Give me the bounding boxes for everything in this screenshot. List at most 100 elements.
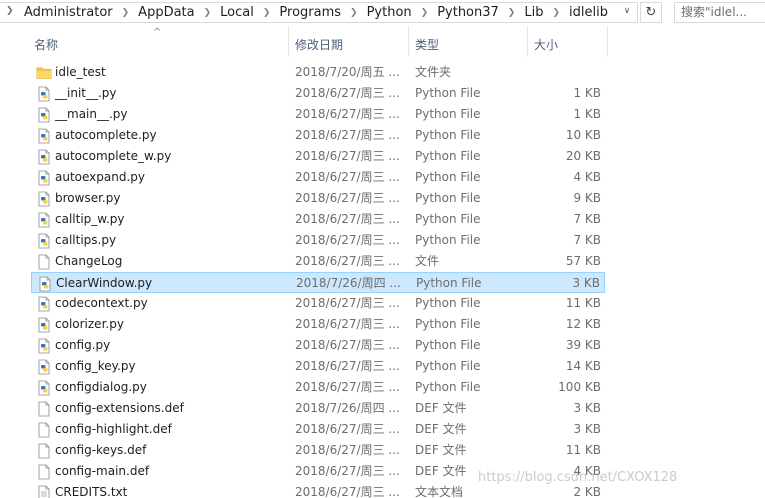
file-row[interactable]: calltip_w.py 2018/6/27/周三 ... Python File 7… xyxy=(31,209,605,230)
file-row[interactable]: colorizer.py 2018/6/27/周三 ... Python File 1… xyxy=(31,314,605,335)
file-row[interactable]: calltips.py 2018/6/27/周三 ... Python File 7 … xyxy=(31,230,605,251)
chevron-right-icon[interactable]: ❯ xyxy=(256,8,278,18)
file-row[interactable]: ChangeLog 2018/6/27/周三 ... 文件 57 KB xyxy=(31,251,605,272)
column-header-size[interactable]: 大小 xyxy=(527,35,607,62)
file-name: idle_test xyxy=(55,65,106,79)
search-input[interactable]: 搜索"idlel... xyxy=(674,2,765,23)
file-modified-date: 2018/6/27/周三 ... xyxy=(295,212,400,226)
file-modified-date: 2018/6/27/周三 ... xyxy=(295,317,400,331)
python-file-icon xyxy=(36,107,52,123)
chevron-right-icon[interactable]: ❯ xyxy=(501,8,523,18)
file-row[interactable]: autocomplete_w.py 2018/6/27/周三 ... Python … xyxy=(31,146,605,167)
file-row[interactable]: autoexpand.py 2018/6/27/周三 ... Python File… xyxy=(31,167,605,188)
file-modified-date: 2018/6/27/周三 ... xyxy=(295,254,400,268)
chevron-right-icon[interactable]: ❯ xyxy=(197,8,219,18)
file-modified-date: 2018/6/27/周三 ... xyxy=(295,107,400,121)
file-modified-date: 2018/6/27/周三 ... xyxy=(295,233,400,247)
breadcrumb-item-appdata[interactable]: AppData xyxy=(136,5,196,20)
breadcrumb-item-idlelib[interactable]: idlelib xyxy=(567,5,610,20)
file-row[interactable]: autocomplete.py 2018/6/27/周三 ... Python Fi… xyxy=(31,125,605,146)
blank-file-icon xyxy=(36,464,52,480)
file-modified-date: 2018/6/27/周三 ... xyxy=(295,170,400,184)
address-bar[interactable]: ❯ Administrator ❯ AppData ❯ Local ❯ Programs ❯ P… xyxy=(0,2,638,23)
file-name: __init__.py xyxy=(55,86,117,100)
file-size: 3 KB xyxy=(572,276,600,290)
python-file-icon xyxy=(37,276,53,292)
python-file-icon xyxy=(36,296,52,312)
file-modified-date: 2018/6/27/周三 ... xyxy=(295,149,400,163)
breadcrumb-item-local[interactable]: Local xyxy=(218,5,256,20)
column-divider[interactable] xyxy=(607,26,608,57)
file-name: CREDITS.txt xyxy=(55,485,128,498)
file-row[interactable]: config-highlight.def 2018/6/27/周三 ... DEF … xyxy=(31,419,605,440)
file-type: Python File xyxy=(415,149,481,163)
file-modified-date: 2018/6/27/周三 ... xyxy=(295,380,400,394)
file-size: 1 KB xyxy=(573,107,601,121)
file-size: 12 KB xyxy=(565,317,601,331)
file-row[interactable]: idle_test 2018/7/20/周五 ... 文件夹 xyxy=(31,62,605,83)
file-type: Python File xyxy=(415,359,481,373)
column-header-row: ^ 名称 修改日期 类型 大小 xyxy=(0,26,765,62)
python-file-icon xyxy=(36,149,52,165)
file-size: 39 KB xyxy=(565,338,601,352)
file-type: DEF 文件 xyxy=(415,422,467,436)
file-type: Python File xyxy=(415,191,481,205)
file-name: codecontext.py xyxy=(55,296,148,310)
file-row[interactable]: browser.py 2018/6/27/周三 ... Python File 9 K… xyxy=(31,188,605,209)
chevron-right-icon[interactable]: ❯ xyxy=(414,8,436,18)
breadcrumb-item-python37[interactable]: Python37 xyxy=(435,5,501,20)
file-name: ChangeLog xyxy=(55,254,123,268)
file-row[interactable]: ClearWindow.py 2018/7/26/周四 ... Python Fil… xyxy=(31,272,605,293)
blank-file-icon xyxy=(36,254,52,270)
file-list: idle_test 2018/7/20/周五 ... 文件夹 __init__.py 2… xyxy=(0,62,765,498)
file-row[interactable]: config-keys.def 2018/6/27/周三 ... DEF 文件 11 … xyxy=(31,440,605,461)
chevron-right-icon[interactable]: ❯ xyxy=(115,8,137,18)
breadcrumb-item-administrator[interactable]: Administrator xyxy=(22,5,115,20)
python-file-icon xyxy=(36,191,52,207)
file-type: 文件 xyxy=(415,254,440,268)
python-file-icon xyxy=(36,317,52,333)
file-modified-date: 2018/6/27/周三 ... xyxy=(295,443,400,457)
column-header-date[interactable]: 修改日期 xyxy=(288,35,408,62)
file-size: 9 KB xyxy=(573,191,601,205)
file-modified-date: 2018/6/27/周三 ... xyxy=(295,422,400,436)
file-type: Python File xyxy=(415,380,481,394)
file-name: autoexpand.py xyxy=(55,170,146,184)
breadcrumb-item-lib[interactable]: Lib xyxy=(522,5,545,20)
file-name: configdialog.py xyxy=(55,380,147,394)
file-name: config-highlight.def xyxy=(55,422,172,436)
file-name: config-extensions.def xyxy=(55,401,184,415)
watermark: https://blog.csdn.net/CXOX128 xyxy=(478,470,678,485)
folder-icon xyxy=(36,65,52,81)
file-row[interactable]: config.py 2018/6/27/周三 ... Python File 39 K… xyxy=(31,335,605,356)
refresh-icon[interactable]: ↻ xyxy=(640,2,662,23)
chevron-down-icon[interactable]: ∨ xyxy=(621,6,633,18)
file-size: 4 KB xyxy=(573,170,601,184)
file-name: calltip_w.py xyxy=(55,212,125,226)
file-type: Python File xyxy=(415,212,481,226)
chevron-right-icon[interactable]: ❯ xyxy=(545,8,567,18)
column-header-type[interactable]: 类型 xyxy=(408,35,528,62)
file-row[interactable]: codecontext.py 2018/6/27/周三 ... Python Fil… xyxy=(31,293,605,314)
python-file-icon xyxy=(36,233,52,249)
file-row[interactable]: configdialog.py 2018/6/27/周三 ... Python Fi… xyxy=(31,377,605,398)
file-type: Python File xyxy=(415,170,481,184)
file-type: 文件夹 xyxy=(415,65,452,79)
file-type: Python File xyxy=(415,317,481,331)
file-name: config.py xyxy=(55,338,111,352)
file-modified-date: 2018/6/27/周三 ... xyxy=(295,191,400,205)
blank-file-icon xyxy=(36,443,52,459)
python-file-icon xyxy=(36,128,52,144)
chevron-right-icon[interactable]: ❯ xyxy=(343,8,365,18)
file-row[interactable]: config_key.py 2018/6/27/周三 ... Python File… xyxy=(31,356,605,377)
python-file-icon xyxy=(36,359,52,375)
file-row[interactable]: __init__.py 2018/6/27/周三 ... Python File 1 … xyxy=(31,83,605,104)
chevron-right-icon[interactable]: ❯ xyxy=(6,6,14,16)
column-header-name[interactable]: 名称 xyxy=(27,35,289,62)
file-row[interactable]: config-extensions.def 2018/7/26/周四 ... DEF… xyxy=(31,398,605,419)
file-type: Python File xyxy=(415,107,481,121)
breadcrumb-item-python[interactable]: Python xyxy=(365,5,414,20)
file-size: 20 KB xyxy=(565,149,601,163)
breadcrumb-item-programs[interactable]: Programs xyxy=(277,5,343,20)
file-row[interactable]: __main__.py 2018/6/27/周三 ... Python File 1 … xyxy=(31,104,605,125)
